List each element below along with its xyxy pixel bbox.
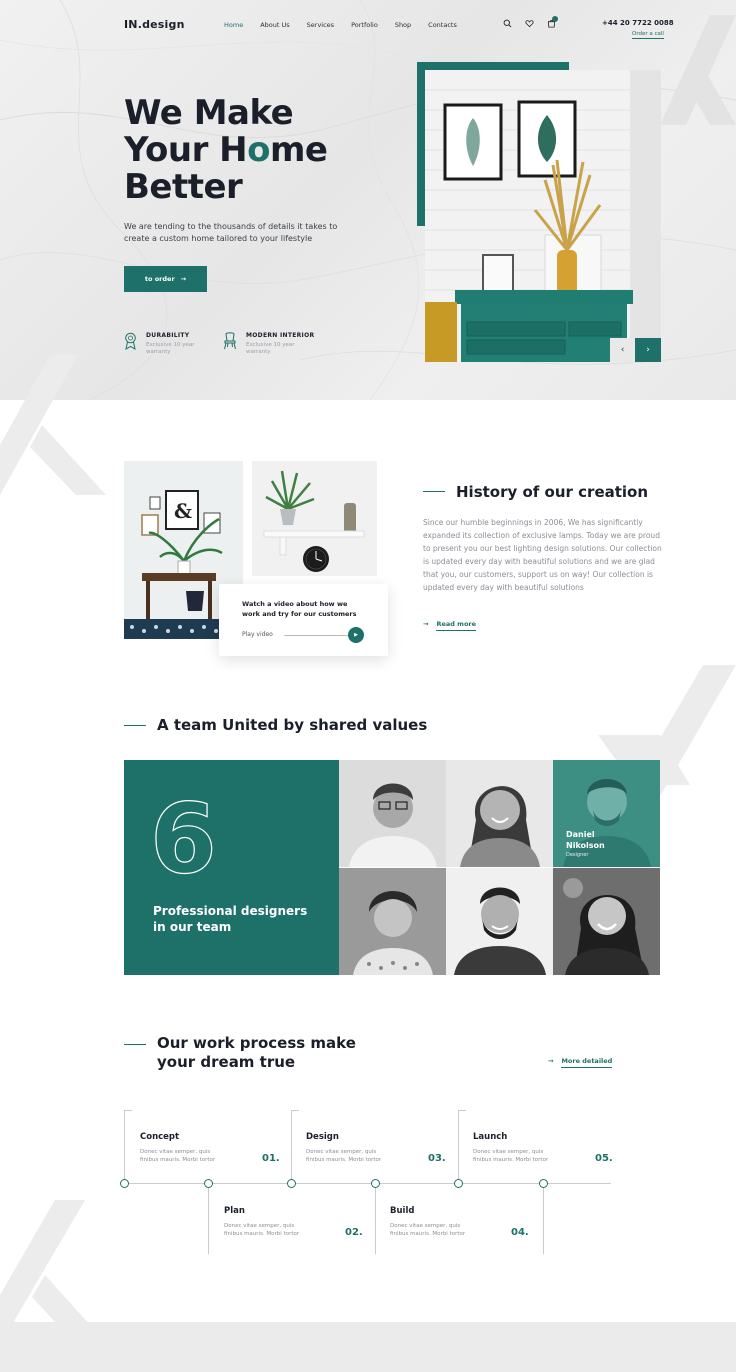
play-video-label[interactable]: Play video (242, 631, 273, 638)
timeline-connector (458, 1110, 459, 1183)
timeline-dot (539, 1179, 548, 1188)
nav-services[interactable]: Services (307, 21, 334, 29)
step-number: 04. (511, 1227, 529, 1238)
timeline-dot (454, 1179, 463, 1188)
process-timeline (124, 1183, 611, 1184)
headline-line-1: We Make (124, 93, 294, 133)
main-nav: Home About Us Services Portfolio Shop Co… (224, 21, 457, 29)
nav-about-us[interactable]: About Us (260, 21, 289, 29)
hero-subtitle: We are tending to the thousands of detai… (124, 222, 338, 243)
featured-member-name: Daniel Nikolson (566, 830, 605, 850)
video-progress-line (284, 635, 354, 636)
feature-durability: DURABILITY Exclusive 10 year warranty (124, 332, 204, 356)
team-photo-1[interactable] (339, 760, 446, 867)
medal-icon (125, 332, 136, 350)
step-number: 02. (345, 1227, 363, 1238)
team-count-label: Professional designers in our team (153, 904, 308, 934)
team-count: 6 (149, 783, 217, 895)
order-call-link[interactable]: Order a call (632, 31, 664, 39)
team-photo-3[interactable] (339, 868, 446, 975)
section-line (124, 1044, 146, 1045)
nav-shop[interactable]: Shop (395, 21, 411, 29)
chair-icon (224, 332, 236, 350)
arrow-right-icon: → (180, 275, 187, 283)
step-number: 05. (595, 1153, 613, 1164)
step-title-launch: Launch (473, 1132, 508, 1142)
timeline-connector (124, 1110, 125, 1183)
video-card: Watch a video about how we work and try … (219, 584, 388, 656)
cart-badge (552, 16, 558, 22)
featured-member-role: Designer (566, 852, 589, 858)
process-title: Our work process make your dream true (157, 1034, 356, 1071)
logo[interactable]: IN.design (124, 18, 185, 31)
section-line (124, 725, 146, 726)
timeline-dot (204, 1179, 213, 1188)
team-title: A team United by shared values (157, 716, 428, 734)
timeline-hook (124, 1110, 132, 1111)
nav-contacts[interactable]: Contacts (428, 21, 457, 29)
step-desc: Donec vitae semper, quis finibus mauris.… (473, 1149, 549, 1163)
hero-interior-photo (425, 70, 661, 362)
play-button[interactable]: ▶ (348, 627, 364, 643)
to-order-button[interactable]: to order → (124, 266, 207, 292)
timeline-connector (208, 1183, 209, 1254)
timeline-hook (291, 1110, 299, 1111)
footer-marble-band (0, 1322, 736, 1372)
feature-desc: Exclusive 10 year warranty (246, 342, 295, 355)
phone-number[interactable]: +44 20 7722 0088 (602, 19, 674, 27)
timeline-connector (291, 1110, 292, 1183)
feature-title: DURABILITY (146, 332, 190, 339)
feature-modern-interior: MODERN INTERIOR Exclusive 10 year warran… (223, 332, 314, 356)
team-count-panel: 6 Professional designers in our team (124, 760, 339, 975)
timeline-dot (120, 1179, 129, 1188)
step-number: 03. (428, 1153, 446, 1164)
step-desc: Donec vitae semper, quis finibus mauris.… (224, 1223, 300, 1237)
hero-headline: We Make Your Home Better (124, 93, 328, 207)
feature-title: MODERN INTERIOR (246, 332, 315, 339)
timeline-connector (543, 1183, 544, 1254)
timeline-hook (458, 1110, 466, 1111)
headline-line-2: Your Home (124, 130, 328, 170)
search-icon[interactable] (503, 19, 512, 28)
timeline-connector (375, 1183, 376, 1254)
team-photo-4[interactable] (446, 868, 553, 975)
section-line (423, 491, 445, 492)
history-photo-shelf (252, 461, 377, 576)
arrow-right-icon: → (548, 1057, 554, 1065)
feature-desc: Exclusive 10 year warranty (146, 342, 195, 355)
headline-line-3: Better (124, 167, 243, 207)
heart-icon[interactable] (525, 19, 534, 28)
step-desc: Donec vitae semper, quis finibus mauris.… (390, 1223, 466, 1237)
timeline-dot (371, 1179, 380, 1188)
read-more-link[interactable]: → Read more (423, 620, 477, 631)
k-watermark-left (0, 355, 106, 495)
team-photo-5[interactable] (553, 868, 660, 975)
step-desc: Donec vitae semper, quis finibus mauris.… (306, 1149, 382, 1163)
play-icon: ▶ (354, 632, 358, 638)
step-title-concept: Concept (140, 1132, 180, 1142)
step-desc: Donec vitae semper, quis finibus mauris.… (140, 1149, 216, 1163)
step-title-build: Build (390, 1206, 415, 1216)
history-text: Since our humble beginnings in 2006, We … (423, 518, 662, 592)
nav-portfolio[interactable]: Portfolio (351, 21, 378, 29)
video-card-text: Watch a video about how we work and try … (242, 600, 357, 618)
slider-next-button[interactable]: › (635, 338, 661, 362)
nav-home[interactable]: Home (224, 21, 243, 29)
timeline-dot (287, 1179, 296, 1188)
arrow-right-icon: → (423, 620, 429, 628)
step-title-plan: Plan (224, 1206, 245, 1216)
step-title-design: Design (306, 1132, 339, 1142)
step-number: 01. (262, 1153, 280, 1164)
slider-prev-button[interactable]: ‹ (610, 338, 635, 362)
header-icons (503, 19, 556, 28)
history-title: History of our creation (456, 483, 649, 501)
more-detailed-link[interactable]: → More detailed (548, 1057, 613, 1068)
team-photo-2[interactable] (446, 760, 553, 867)
svg-text:&: & (174, 499, 192, 523)
